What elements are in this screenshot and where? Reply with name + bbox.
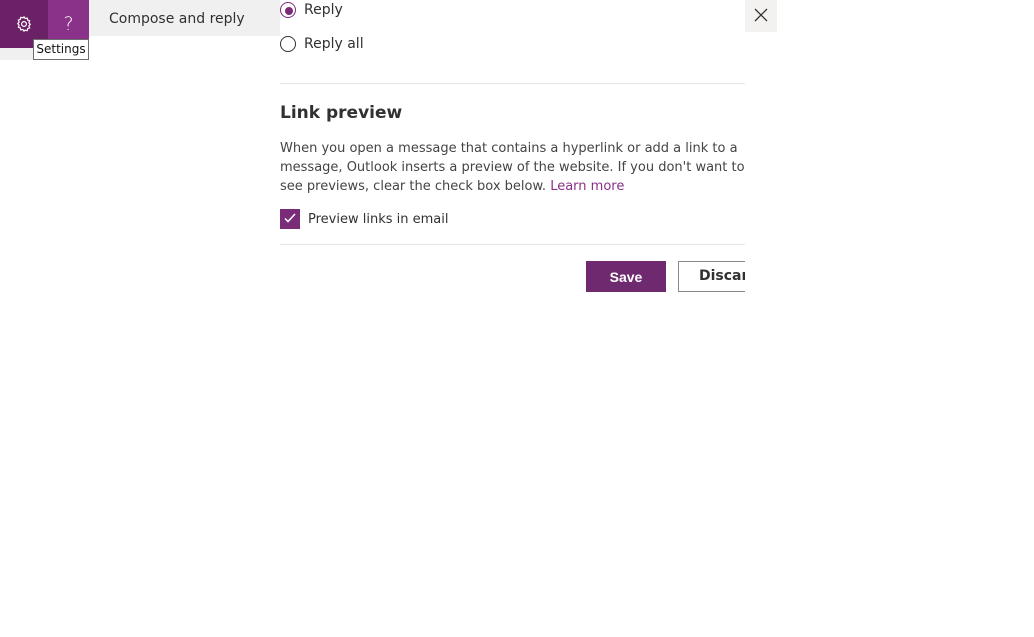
- section-divider: [280, 83, 745, 84]
- learn-more-link[interactable]: Learn more: [550, 179, 624, 194]
- discard-button[interactable]: Discard: [678, 261, 745, 292]
- checkmark-icon: [283, 210, 297, 229]
- link-preview-description-text: When you open a message that contains a …: [280, 141, 745, 194]
- link-preview-heading: Link preview: [280, 103, 403, 123]
- gear-icon: [15, 15, 33, 33]
- save-button[interactable]: Save: [586, 261, 666, 292]
- radio-option-reply[interactable]: Reply: [280, 0, 343, 21]
- radio-reply-all-label: Reply all: [304, 36, 364, 52]
- radio-reply-label: Reply: [304, 2, 343, 18]
- discard-button-clip: Discard: [678, 261, 745, 292]
- preview-links-option[interactable]: Preview links in email: [280, 209, 448, 229]
- settings-page: ? Compose and reply Settings Reply Reply…: [0, 0, 1034, 637]
- radio-reply[interactable]: [280, 2, 296, 18]
- nav-item-compose-and-reply[interactable]: Compose and reply: [89, 0, 280, 36]
- settings-tooltip: Settings: [33, 39, 89, 60]
- nav-pane-edge: [0, 48, 34, 60]
- link-preview-description: When you open a message that contains a …: [280, 139, 746, 196]
- close-icon: [754, 7, 768, 26]
- actions-divider: [280, 244, 745, 245]
- close-button[interactable]: [745, 0, 777, 32]
- radio-reply-all[interactable]: [280, 36, 296, 52]
- preview-links-label: Preview links in email: [308, 211, 449, 227]
- question-icon: ?: [63, 13, 74, 35]
- preview-links-checkbox[interactable]: [280, 209, 300, 229]
- radio-option-reply-all[interactable]: Reply all: [280, 33, 364, 55]
